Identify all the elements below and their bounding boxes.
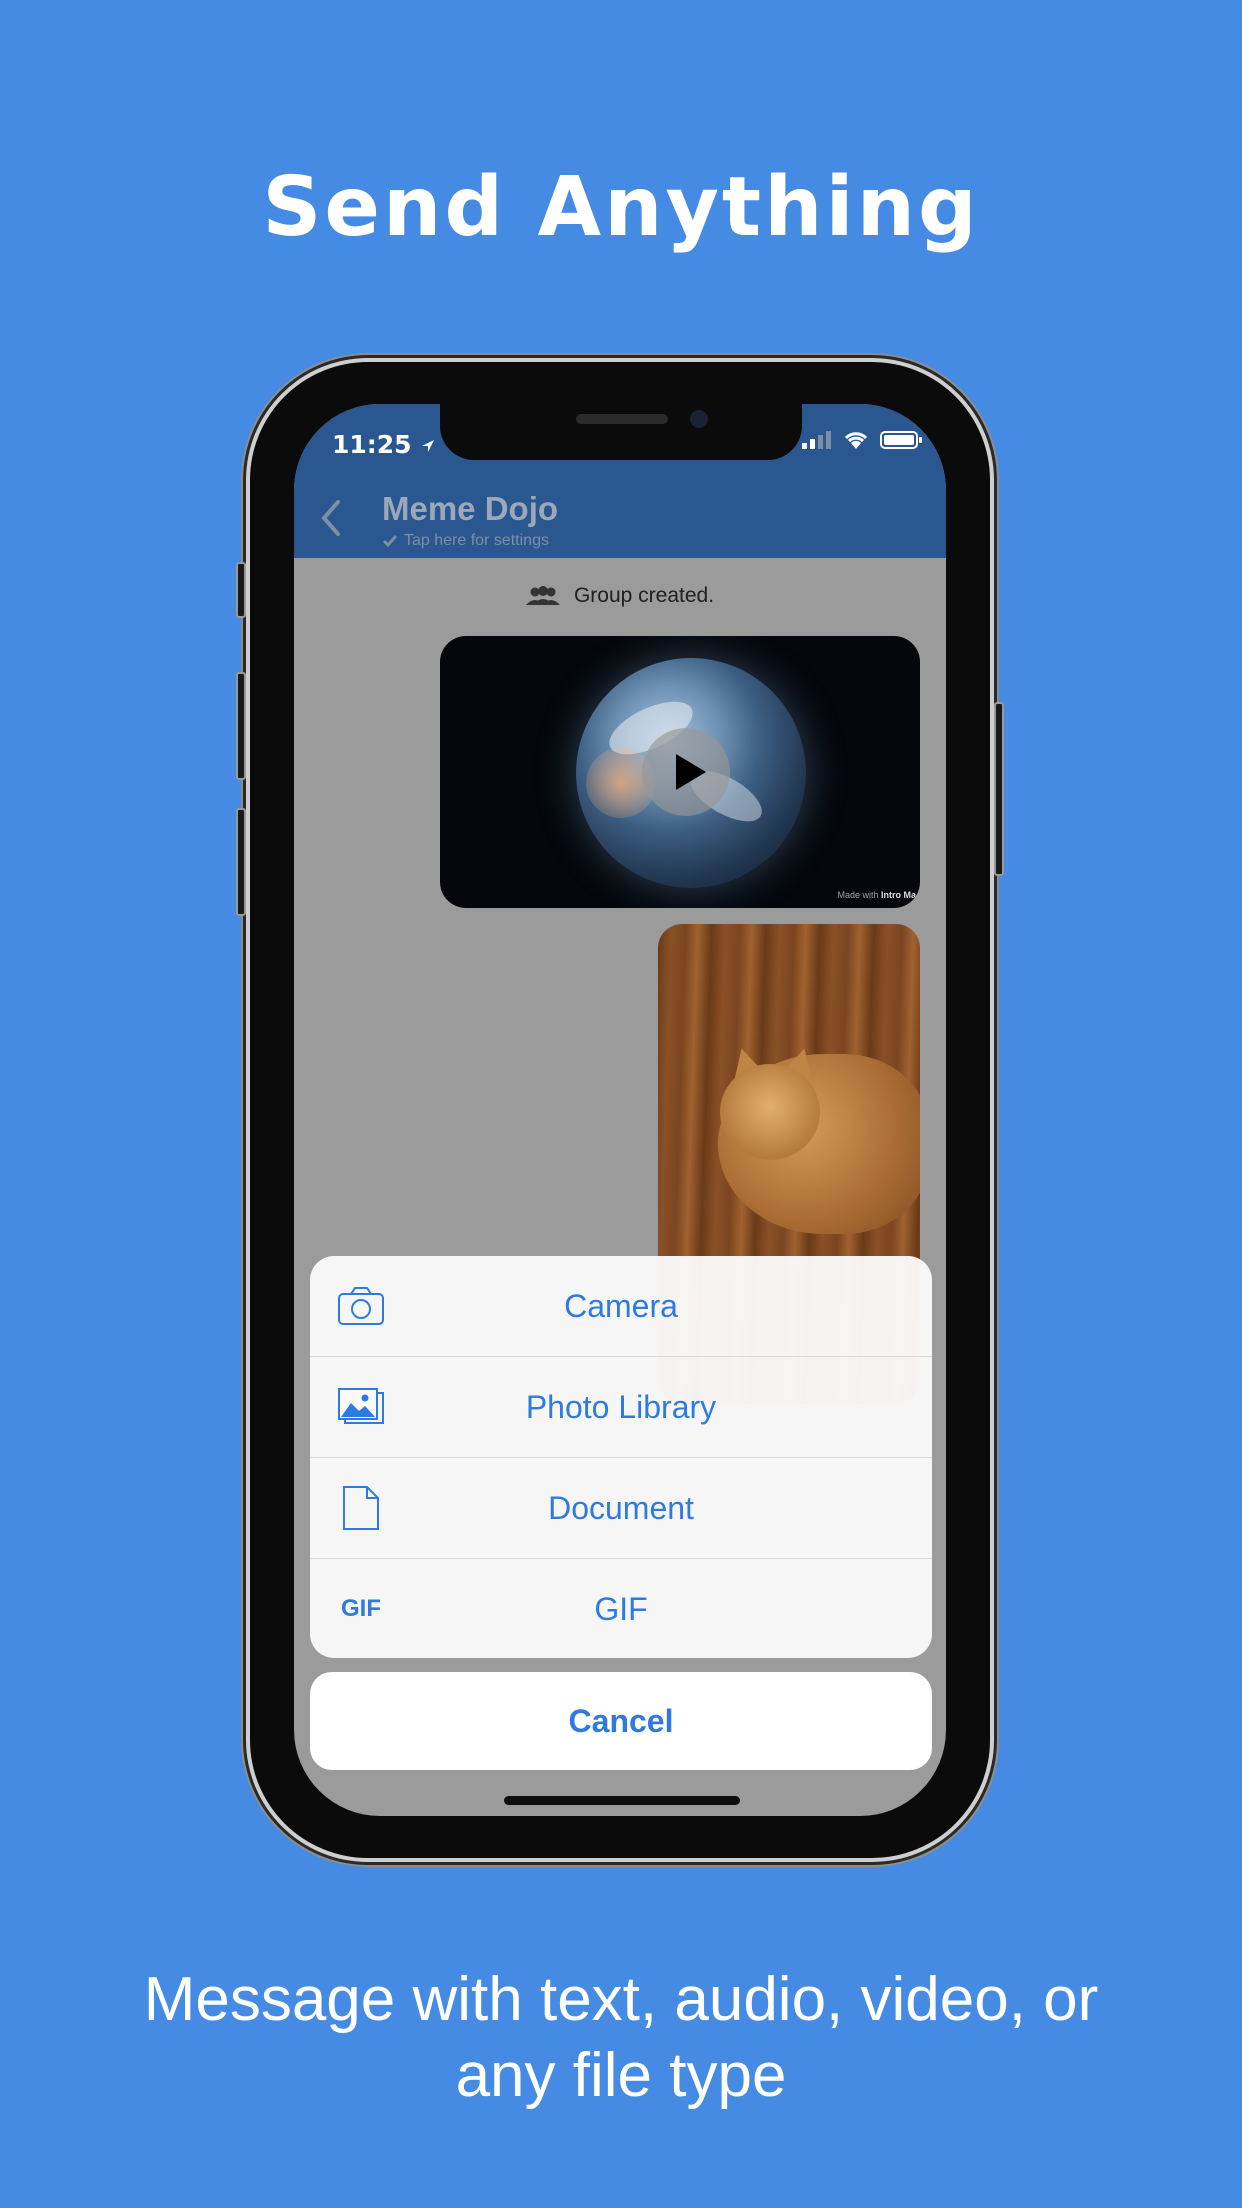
chat-subtitle: Tap here for settings [404, 532, 549, 549]
promo-subline: Message with text, audio, video, or any … [143, 1965, 1099, 2110]
checkmark-icon [382, 535, 398, 548]
action-label: Photo Library [525, 1388, 717, 1425]
system-message-text: Group created. [573, 584, 715, 607]
play-icon[interactable] [642, 728, 730, 816]
chevron-left-icon [321, 500, 340, 536]
cellular-signal-icon [802, 431, 831, 449]
chat-title[interactable]: Meme Dojo [382, 490, 558, 528]
silent-switch [236, 562, 246, 618]
phone-screen: 11:25 Meme Dojo Tap here for settings Gr… [294, 404, 946, 1816]
status-time-text: 11:25 [332, 430, 412, 459]
cancel-label: Cancel [568, 1702, 674, 1739]
group-icon [525, 586, 560, 605]
watermark-prefix: Made with [837, 890, 879, 900]
phone-mockup: 11:25 Meme Dojo Tap here for settings Gr… [236, 362, 1004, 1858]
cat-head [720, 1064, 820, 1160]
gif-icon: GIF [341, 1595, 381, 1622]
volume-up-button [236, 672, 246, 780]
chat-settings-hint[interactable]: Tap here for settings [382, 532, 549, 550]
system-message: Group created. [294, 584, 946, 608]
volume-down-button [236, 808, 246, 916]
home-indicator[interactable] [504, 1796, 740, 1805]
front-camera [690, 410, 708, 428]
notch [440, 404, 802, 460]
photo-library-icon [336, 1385, 386, 1429]
status-indicators [802, 430, 924, 450]
action-label: Document [548, 1489, 694, 1526]
action-label: GIF [594, 1590, 648, 1627]
promo-headline: Send Anything [262, 160, 980, 255]
action-camera[interactable]: Camera [310, 1256, 932, 1357]
action-gif[interactable]: GIF GIF [310, 1559, 932, 1658]
back-button[interactable] [318, 498, 342, 543]
wifi-icon [844, 432, 868, 449]
status-time: 11:25 [332, 430, 436, 459]
action-document[interactable]: Document [310, 1458, 932, 1559]
video-message[interactable]: Made with Intro Ma [440, 636, 920, 908]
location-arrow-icon [422, 440, 435, 452]
action-photo-library[interactable]: Photo Library [310, 1357, 932, 1458]
speaker-grille [576, 414, 668, 424]
document-icon [336, 1486, 386, 1530]
battery-icon [880, 431, 922, 449]
attachment-action-sheet: Camera Photo Library Document GIF GIF [310, 1256, 932, 1658]
cancel-button[interactable]: Cancel [310, 1672, 932, 1770]
watermark-brand: Intro Ma [881, 890, 916, 900]
power-button [994, 702, 1004, 876]
camera-icon [336, 1284, 386, 1328]
video-watermark: Made with Intro Ma [837, 890, 916, 900]
action-label: Camera [564, 1287, 678, 1324]
